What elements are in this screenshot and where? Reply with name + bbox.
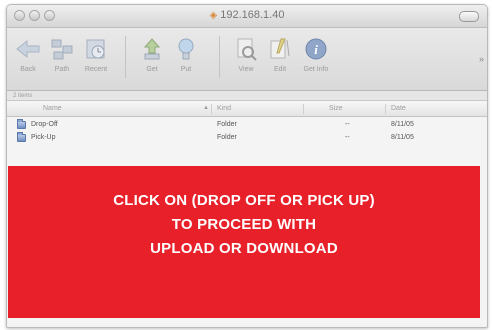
instruction-line-1: CLICK ON (DROP OFF OR PICK UP) [113, 192, 375, 209]
window-title-text: 192.168.1.40 [220, 9, 285, 21]
toolbar: Back Path Recent Get Put View Edit i Get… [7, 28, 487, 91]
recent-button[interactable]: Recent [79, 32, 113, 73]
file-date: 8/11/05 [391, 121, 414, 128]
column-headers: Name ▲ Kind Size Date [7, 102, 487, 117]
file-name: Pick-Up [31, 134, 56, 141]
window-title: ◈ 192.168.1.40 [7, 9, 487, 21]
recent-icon [83, 36, 109, 62]
instruction-line-2: TO PROCEED WITH [171, 216, 317, 233]
path-button[interactable]: Path [45, 32, 79, 73]
folder-icon [17, 119, 26, 129]
column-divider [385, 104, 386, 114]
get-info-button[interactable]: i Get Info [299, 32, 333, 73]
file-kind: Folder [217, 121, 237, 128]
file-name: Drop-Off [31, 121, 58, 128]
svg-text:i: i [314, 42, 318, 57]
column-header-size[interactable]: Size [329, 105, 343, 112]
file-size: -- [345, 134, 350, 141]
get-button[interactable]: Get [135, 32, 169, 73]
toolbar-separator [219, 36, 220, 78]
info-icon: i [303, 36, 329, 62]
toolbar-toggle-button[interactable] [459, 11, 479, 22]
put-button[interactable]: Put [169, 32, 203, 73]
title-bar: ◈ 192.168.1.40 [7, 5, 487, 28]
column-divider [303, 104, 304, 114]
toolbar-overflow-button[interactable]: » [479, 54, 484, 64]
file-size: -- [345, 121, 350, 128]
get-icon [139, 36, 165, 62]
window-bottom-edge [7, 323, 487, 327]
folder-icon [17, 132, 26, 142]
put-icon [173, 36, 199, 62]
column-header-kind[interactable]: Kind [217, 105, 231, 112]
back-button[interactable]: Back [11, 32, 45, 73]
column-header-name[interactable]: Name [43, 105, 62, 112]
toolbar-separator [125, 36, 126, 78]
file-kind: Folder [217, 134, 237, 141]
edit-button[interactable]: Edit [263, 32, 297, 73]
column-divider [211, 104, 212, 114]
item-count: 2 items [7, 91, 487, 101]
back-arrow-icon [15, 36, 41, 62]
edit-icon [267, 36, 293, 62]
view-button[interactable]: View [229, 32, 263, 73]
path-icon [49, 36, 75, 62]
file-date: 8/11/05 [391, 134, 414, 141]
instruction-overlay: CLICK ON (DROP OFF OR PICK UP) TO PROCEE… [8, 166, 480, 318]
column-header-date[interactable]: Date [391, 105, 406, 112]
sort-arrow-icon: ▲ [203, 105, 209, 111]
file-row-drop-off[interactable]: Drop-Off Folder -- 8/11/05 [7, 119, 487, 131]
server-icon: ◈ [209, 10, 218, 21]
file-row-pick-up[interactable]: Pick-Up Folder -- 8/11/05 [7, 132, 487, 144]
view-icon [233, 36, 259, 62]
instruction-line-3: UPLOAD OR DOWNLOAD [150, 240, 338, 257]
